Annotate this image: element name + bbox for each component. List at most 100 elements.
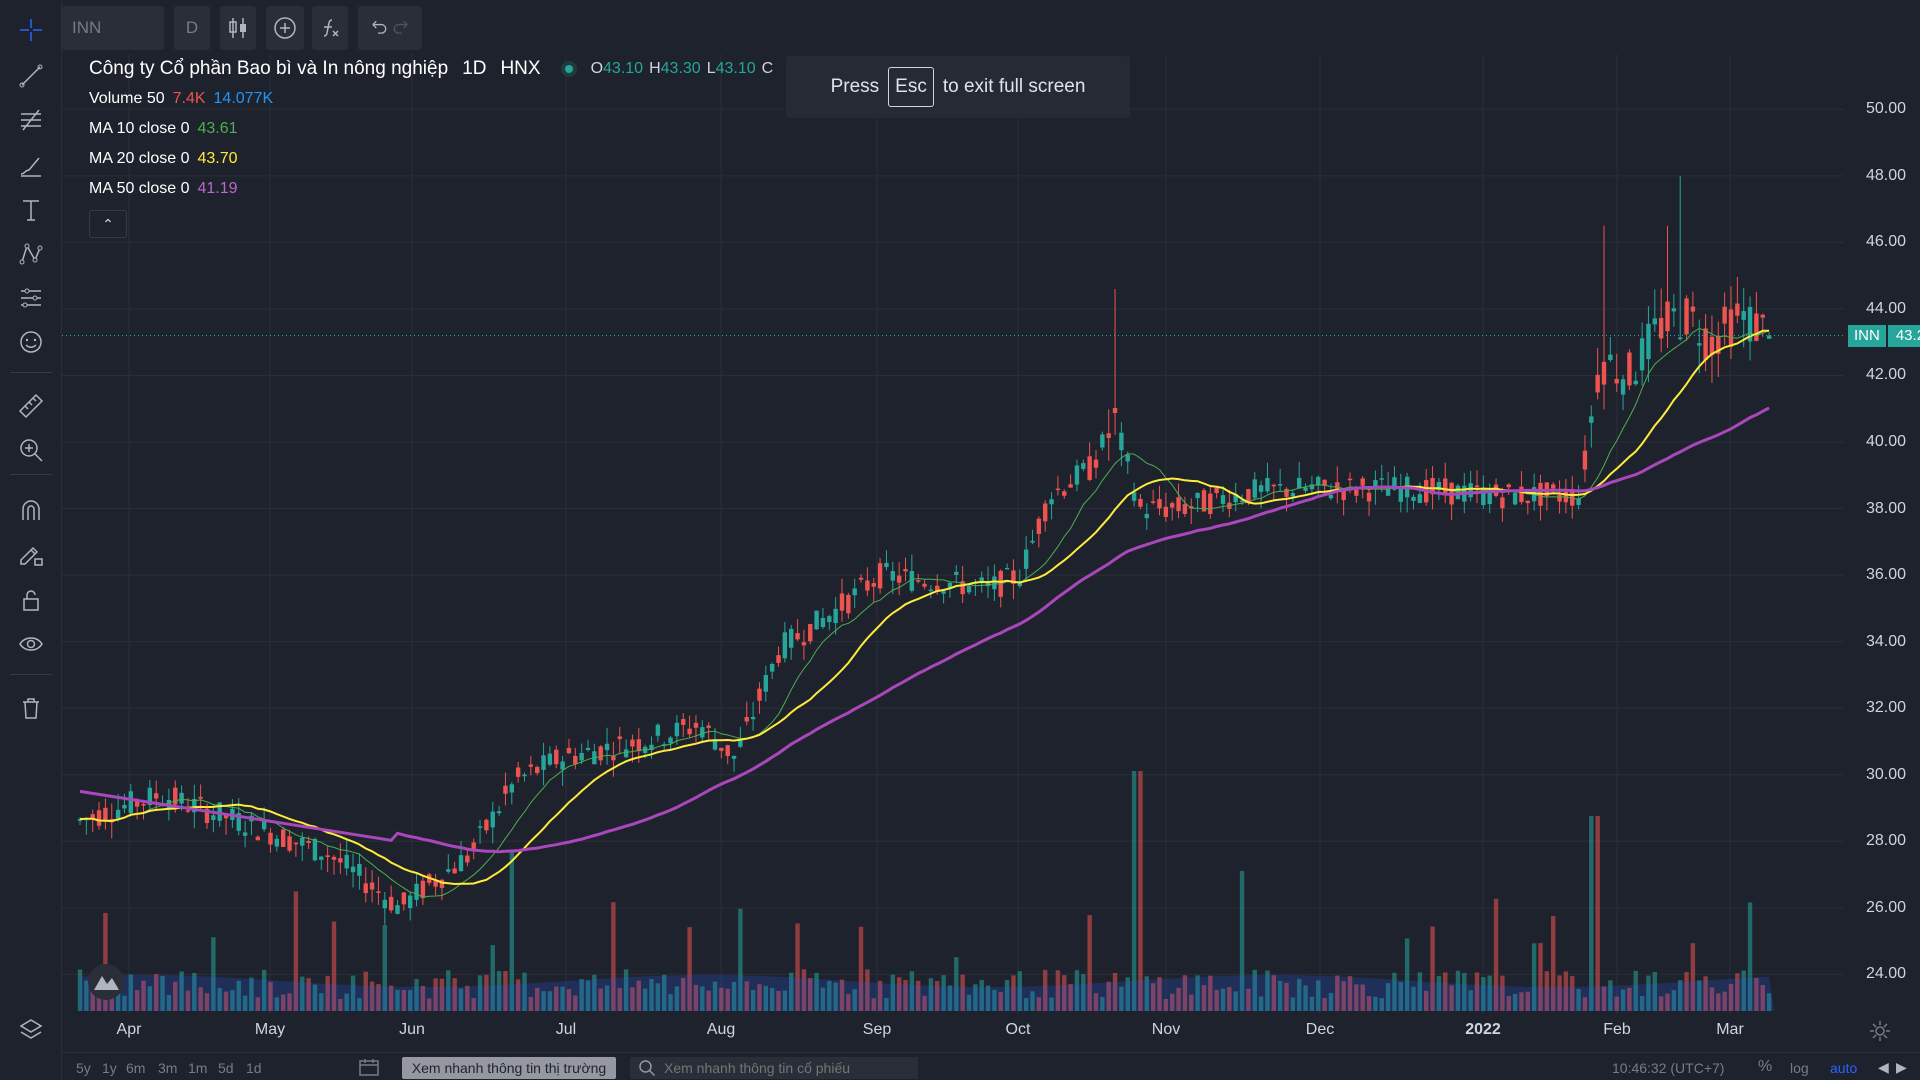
emoji-tool[interactable] bbox=[11, 322, 51, 362]
fx-button[interactable] bbox=[312, 6, 348, 50]
zoom-in-icon bbox=[20, 439, 43, 462]
candle bbox=[744, 701, 749, 726]
trend-line-tool[interactable] bbox=[11, 56, 51, 96]
range-3m[interactable]: 3m bbox=[158, 1060, 177, 1076]
range-5y[interactable]: 5y bbox=[76, 1060, 91, 1076]
candle bbox=[1671, 294, 1677, 327]
quick-stock-search[interactable] bbox=[630, 1057, 918, 1079]
candle bbox=[319, 856, 324, 870]
range-1y[interactable]: 1y bbox=[102, 1060, 117, 1076]
text-tool[interactable] bbox=[11, 190, 51, 230]
price-tick-label: 48.00 bbox=[1865, 166, 1906, 184]
scroll-right-arrow[interactable]: ▶ bbox=[1896, 1059, 1907, 1076]
price-tick-label: 26.00 bbox=[1865, 898, 1906, 916]
range-1d[interactable]: 1d bbox=[246, 1060, 262, 1076]
price-axis[interactable]: 50.00 48.00 46.00 44.00 42.00 40.00 38.00 36.00… bbox=[1844, 54, 1920, 1020]
brush-tool[interactable] bbox=[11, 146, 51, 186]
range-1m[interactable]: 1m bbox=[188, 1060, 207, 1076]
scroll-left-arrow[interactable]: ◀ bbox=[1878, 1059, 1889, 1076]
candle bbox=[1182, 496, 1188, 517]
chart-type-button[interactable] bbox=[220, 6, 256, 50]
quick-stock-input[interactable] bbox=[664, 1060, 904, 1076]
time-axis[interactable]: Apr May Jun Jul Aug Sep Oct Nov Dec 2022 Feb Mar bbox=[62, 1014, 1844, 1046]
goto-date-button[interactable] bbox=[358, 1057, 380, 1080]
lock-drawing-icon bbox=[20, 546, 43, 566]
candle bbox=[1309, 475, 1315, 493]
chart-settings-button[interactable] bbox=[1864, 1016, 1896, 1046]
price-tick-label: 40.00 bbox=[1865, 433, 1906, 450]
ma50-legend[interactable]: MA 50 close 0 41.19 bbox=[89, 180, 238, 198]
candle bbox=[1074, 459, 1080, 492]
forecast-tool[interactable] bbox=[11, 278, 51, 318]
lock-drawing-tool[interactable] bbox=[11, 534, 51, 574]
candle bbox=[503, 772, 508, 806]
candles bbox=[77, 175, 1772, 925]
volume-bar bbox=[1138, 771, 1143, 1011]
price-chart[interactable] bbox=[62, 54, 1844, 1020]
candle bbox=[1189, 498, 1194, 524]
auto-toggle[interactable]: auto bbox=[1830, 1060, 1857, 1076]
candle bbox=[1512, 490, 1518, 506]
candle bbox=[369, 870, 375, 903]
magnet-tool[interactable] bbox=[11, 490, 51, 530]
range-5d[interactable]: 5d bbox=[218, 1060, 234, 1076]
price-tick-label: 34.00 bbox=[1865, 632, 1906, 650]
time-tick-label: Feb bbox=[1603, 1021, 1631, 1038]
candle bbox=[820, 607, 826, 629]
candle bbox=[96, 802, 102, 830]
interval-button[interactable]: D bbox=[174, 6, 210, 50]
ma10-legend[interactable]: MA 10 close 0 43.61 bbox=[89, 120, 238, 138]
indicators-button[interactable] bbox=[266, 6, 304, 50]
collapse-legend-button[interactable]: ⌃ bbox=[89, 210, 127, 238]
chart-pane[interactable] bbox=[62, 54, 1844, 1020]
candle bbox=[344, 840, 349, 876]
ma10-line bbox=[79, 327, 1770, 898]
candle bbox=[1081, 459, 1086, 472]
time-tick-label: Aug bbox=[706, 1021, 736, 1038]
zoom-in-tool[interactable] bbox=[11, 430, 51, 470]
candle bbox=[1043, 500, 1048, 532]
ma20-legend[interactable]: MA 20 close 0 43.70 bbox=[89, 150, 238, 168]
candle bbox=[1341, 488, 1346, 516]
candle bbox=[230, 799, 235, 828]
fib-tool[interactable] bbox=[11, 100, 51, 140]
ohlc-close: C bbox=[761, 60, 774, 77]
range-6m[interactable]: 6m bbox=[126, 1060, 145, 1076]
undo-redo-group bbox=[358, 6, 422, 50]
exchange-label: HNX bbox=[500, 58, 541, 79]
quick-market-button[interactable]: Xem nhanh thông tin thị trường bbox=[402, 1057, 616, 1079]
eye-tool[interactable] bbox=[11, 624, 51, 664]
symbol-search-button[interactable]: INN bbox=[62, 6, 164, 50]
volume-legend[interactable]: Volume 50 7.4K 14.077K bbox=[89, 90, 273, 108]
toolbar-divider bbox=[10, 372, 52, 373]
candle bbox=[509, 782, 514, 805]
candle bbox=[325, 846, 330, 873]
redo-icon[interactable] bbox=[390, 16, 414, 40]
calendar-icon bbox=[359, 1059, 379, 1076]
candle bbox=[388, 885, 394, 914]
company-name: Công ty Cổ phần Bao bì và In nông nghiệp bbox=[89, 58, 449, 79]
candle bbox=[535, 765, 540, 776]
candle bbox=[1570, 476, 1575, 519]
candle bbox=[852, 578, 857, 608]
candle bbox=[496, 805, 502, 816]
lock-tool[interactable] bbox=[11, 580, 51, 620]
trash-tool[interactable] bbox=[11, 688, 51, 728]
volume-bars bbox=[77, 771, 1772, 1011]
candle bbox=[1366, 488, 1372, 516]
log-toggle[interactable]: log bbox=[1790, 1060, 1809, 1076]
crosshair-tool[interactable] bbox=[11, 10, 51, 50]
ma50-line bbox=[79, 406, 1770, 854]
candle bbox=[1633, 371, 1638, 386]
undo-icon[interactable] bbox=[366, 16, 390, 40]
ruler-tool[interactable] bbox=[11, 386, 51, 426]
candle bbox=[414, 873, 419, 907]
candle bbox=[719, 747, 724, 759]
toolbar-divider bbox=[10, 474, 52, 475]
time-tick-label: Sep bbox=[862, 1021, 892, 1038]
layers-tool[interactable] bbox=[11, 1010, 51, 1050]
candle bbox=[1036, 516, 1042, 548]
candle bbox=[1062, 489, 1067, 499]
pattern-tool[interactable] bbox=[11, 234, 51, 274]
percent-toggle[interactable]: % bbox=[1758, 1058, 1772, 1076]
